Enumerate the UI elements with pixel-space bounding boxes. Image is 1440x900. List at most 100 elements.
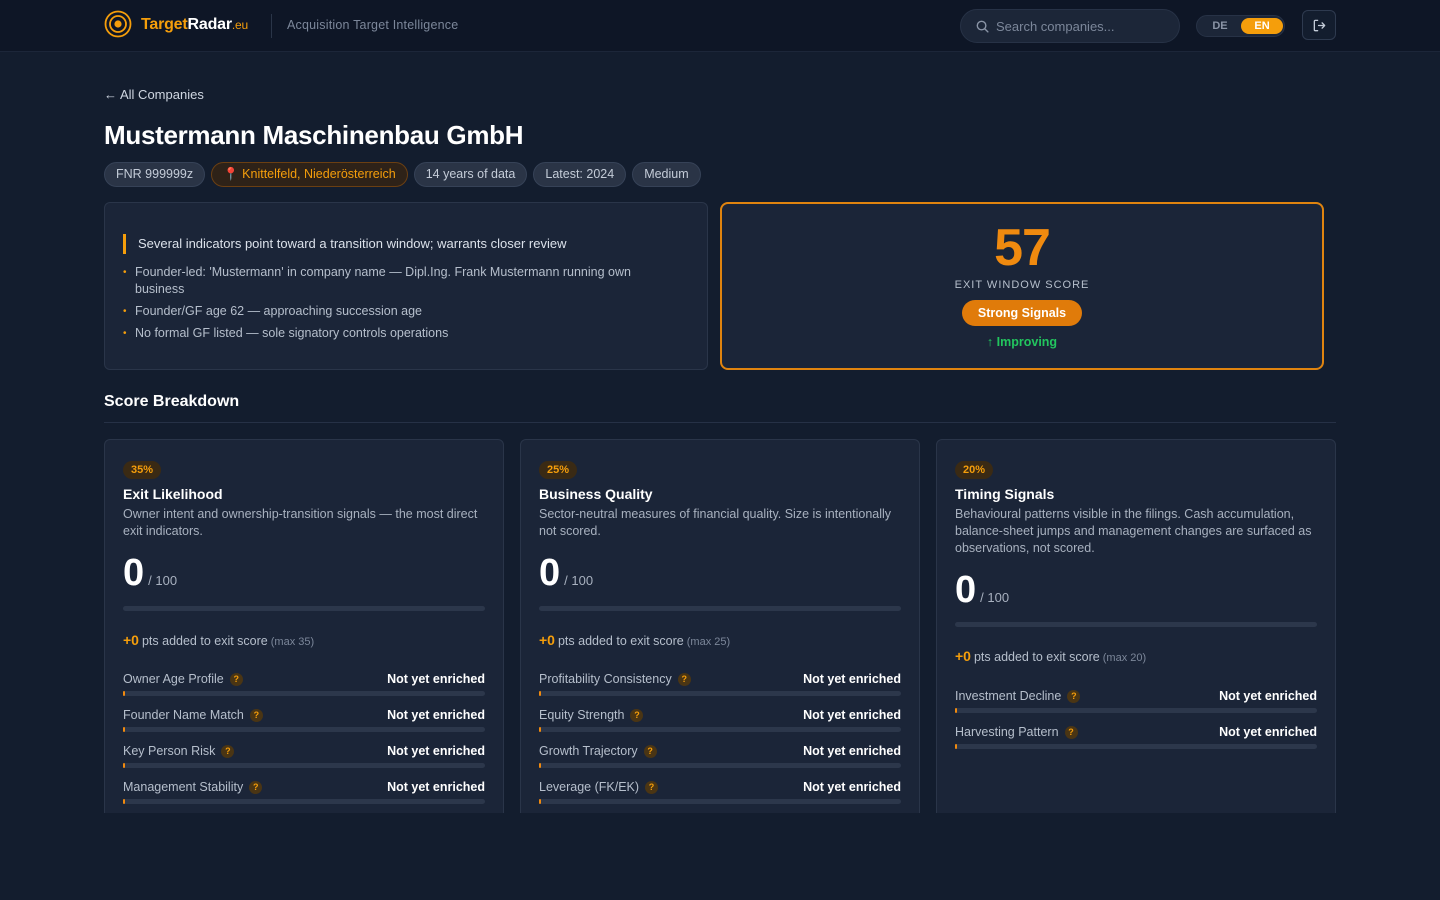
points-label: pts added to exit score (557, 634, 684, 648)
breakdown-card-exit-likelihood: 35% Exit Likelihood Owner intent and own… (104, 439, 504, 819)
metric-value: Not yet enriched (803, 708, 901, 722)
card-title: Exit Likelihood (123, 486, 223, 502)
metric-name: Profitability Consistency (539, 672, 672, 686)
metric-name: Leverage (FK/EK) (539, 780, 640, 794)
weight-badge: 25% (539, 461, 578, 479)
exit-score-value: 57 (994, 219, 1051, 277)
metric-value: Not yet enriched (803, 780, 901, 794)
card-title: Business Quality (539, 486, 653, 502)
chip-fnr: FNR 999999z (104, 162, 206, 187)
points-max: (max 20) (1102, 652, 1147, 664)
chip-location: 📍 Knittelfeld, Niederösterreich (211, 162, 408, 187)
metric-value: Not yet enriched (387, 708, 485, 722)
points-value: +0 (123, 632, 139, 648)
metric-value: Not yet enriched (1219, 689, 1317, 703)
help-icon[interactable]: ? (645, 781, 659, 794)
section-title: Score Breakdown (104, 393, 240, 410)
weight-badge: 35% (123, 461, 162, 479)
chip-latest: Latest: 2024 (533, 162, 627, 187)
metric-row: Management Stability? Not yet enriched (123, 780, 485, 810)
company-chips: FNR 999999z 📍 Knittelfeld, Niederösterre… (104, 162, 701, 187)
nav-divider (271, 14, 272, 38)
search-input[interactable] (996, 17, 1171, 35)
card-description: Owner intent and ownership-transition si… (123, 507, 478, 538)
help-icon[interactable]: ? (229, 673, 243, 686)
metric-name: Owner Age Profile (123, 672, 224, 686)
metric-bar (955, 744, 1317, 749)
metric-row: Investment Decline? Not yet enriched (955, 689, 1317, 719)
help-icon[interactable]: ? (249, 709, 263, 722)
metric-row: Harvesting Pattern? Not yet enriched (955, 725, 1317, 755)
back-link[interactable]: ← All Companies (104, 87, 204, 102)
metric-row: Key Person Risk? Not yet enriched (123, 744, 485, 774)
help-icon[interactable]: ? (677, 673, 691, 686)
points-added: +0 pts added to exit score (max 25) (539, 632, 730, 648)
back-link-label: All Companies (120, 87, 204, 102)
points-value: +0 (955, 648, 971, 664)
logout-icon (1313, 19, 1326, 32)
page-title: Mustermann Maschinenbau GmbH (104, 120, 524, 150)
metric-value: Not yet enriched (387, 780, 485, 794)
summary-headline: Several indicators point toward a transi… (123, 234, 566, 254)
metric-bar (539, 799, 901, 804)
metric-name: Growth Trajectory (539, 744, 638, 758)
metric-value: Not yet enriched (387, 744, 485, 758)
metric-row: Equity Strength? Not yet enriched (539, 708, 901, 738)
metric-row: Leverage (FK/EK)? Not yet enriched (539, 780, 901, 810)
summary-bullet: Founder/GF age 62 — approaching successi… (123, 303, 663, 320)
metric-name: Key Person Risk (123, 744, 216, 758)
signal-summary-card: Several indicators point toward a transi… (104, 202, 708, 370)
subscore-max: / 100 (148, 573, 178, 588)
metric-row: Founder Name Match? Not yet enriched (123, 708, 485, 738)
metric-row: Profitability Consistency? Not yet enric… (539, 672, 901, 702)
status-badge: Strong Signals (962, 300, 1082, 326)
top-navbar: TargetRadar.eu Acquisition Target Intell… (0, 0, 1440, 52)
card-description: Behavioural patterns visible in the fili… (955, 507, 1312, 555)
subscore-bar (539, 606, 901, 611)
metric-bar (123, 763, 485, 768)
metric-bar (539, 727, 901, 732)
help-icon[interactable]: ? (1064, 726, 1078, 739)
help-icon[interactable]: ? (221, 745, 235, 758)
app-tagline: Acquisition Target Intelligence (287, 18, 459, 32)
arrow-left-icon: ← (104, 87, 117, 102)
metric-bar (123, 727, 485, 732)
metric-name: Equity Strength (539, 708, 625, 722)
points-label: pts added to exit score (973, 650, 1100, 664)
subscore-max: / 100 (564, 573, 594, 588)
summary-bullet: Founder-led: 'Mustermann' in company nam… (123, 264, 663, 298)
points-value: +0 (539, 632, 555, 648)
trend-indicator: ↑ Improving (986, 335, 1058, 349)
metric-bar (539, 691, 901, 696)
search-box[interactable] (960, 9, 1180, 43)
brand-logo[interactable]: TargetRadar.eu (141, 16, 248, 34)
help-icon[interactable]: ? (249, 781, 263, 794)
points-label: pts added to exit score (141, 634, 268, 648)
metric-name: Investment Decline (955, 689, 1062, 703)
lang-de-button[interactable]: DE (1203, 18, 1237, 34)
metric-value: Not yet enriched (387, 672, 485, 686)
subscore: 0/ 100 (955, 569, 1009, 612)
brand-name-part: Target (141, 16, 188, 33)
points-added: +0 pts added to exit score (max 35) (123, 632, 314, 648)
chip-size: Medium (632, 162, 701, 187)
help-icon[interactable]: ? (630, 709, 644, 722)
breakdown-card-business-quality: 25% Business Quality Sector-neutral meas… (520, 439, 920, 819)
brand-name-bold: Radar (187, 16, 233, 33)
logout-button[interactable] (1302, 10, 1336, 40)
help-icon[interactable]: ? (1067, 690, 1081, 703)
subscore: 0/ 100 (123, 552, 177, 595)
help-icon[interactable]: ? (643, 745, 657, 758)
lang-en-button[interactable]: EN (1241, 18, 1283, 34)
card-description: Sector-neutral measures of financial qua… (539, 507, 892, 538)
subscore-bar (955, 622, 1317, 627)
subscore-bar (123, 606, 485, 611)
metric-bar (955, 708, 1317, 713)
subscore: 0/ 100 (539, 552, 593, 595)
metric-value: Not yet enriched (803, 744, 901, 758)
metric-value: Not yet enriched (1219, 725, 1317, 739)
card-title: Timing Signals (955, 486, 1055, 502)
chip-years: 14 years of data (413, 162, 528, 187)
radar-target-icon[interactable] (104, 10, 132, 38)
metric-value: Not yet enriched (803, 672, 901, 686)
